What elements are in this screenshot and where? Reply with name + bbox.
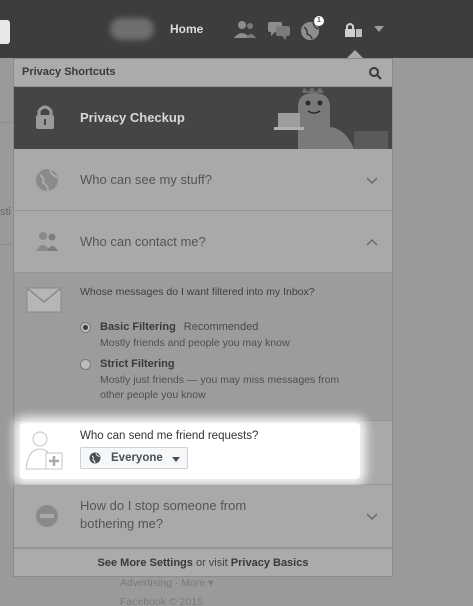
- block-icon: [36, 505, 58, 527]
- copyright-text: Facebook © 2015: [120, 596, 204, 606]
- panel-header: Privacy Shortcuts: [14, 59, 392, 87]
- basic-filtering-option: Basic Filtering Recommended: [100, 321, 258, 333]
- add-friend-icon: [25, 431, 63, 470]
- home-link[interactable]: Home: [170, 22, 203, 36]
- option-title: Strict Filtering: [100, 358, 175, 370]
- search-input[interactable]: [0, 20, 10, 44]
- caret-down-icon: [172, 457, 180, 462]
- privacy-shortcuts-icon[interactable]: [340, 18, 366, 42]
- option-description: Mostly friends and people you may know: [100, 337, 290, 349]
- messages-icon[interactable]: [266, 18, 292, 42]
- privacy-checkup-row[interactable]: Privacy Checkup: [14, 87, 392, 149]
- who-can-see-row[interactable]: Who can see my stuff?: [14, 149, 392, 211]
- search-icon[interactable]: [368, 66, 382, 80]
- dropdown-value: Everyone: [111, 452, 163, 464]
- people-icon: [36, 232, 58, 251]
- row-label: Who can see my stuff?: [80, 172, 212, 187]
- privacy-checkup-label: Privacy Checkup: [80, 110, 185, 125]
- basic-filtering-radio[interactable]: [80, 322, 91, 333]
- panel-footer: See More Settings or visit Privacy Basic…: [14, 548, 392, 576]
- friend-requests-question: Who can send me friend requests?: [80, 430, 259, 442]
- footer-links[interactable]: Advertising · More ▾: [120, 577, 213, 589]
- stop-someone-bothering-row[interactable]: How do I stop someone from bothering me?: [14, 485, 392, 548]
- account-menu-caret-icon[interactable]: [374, 26, 384, 32]
- chevron-up-icon[interactable]: [366, 238, 378, 246]
- recommended-tag: Recommended: [183, 321, 259, 333]
- chevron-down-icon[interactable]: [366, 177, 378, 185]
- background-divider: [0, 122, 14, 123]
- friends-icon[interactable]: [232, 18, 258, 42]
- see-more-settings-link[interactable]: See More Settings: [98, 557, 193, 569]
- footer-connector: or visit: [192, 557, 231, 569]
- friend-requests-row: Who can send me friend requests? Everyon…: [14, 421, 392, 485]
- panel-title: Privacy Shortcuts: [22, 66, 116, 78]
- strict-filtering-radio[interactable]: [80, 359, 91, 370]
- option-description: Mostly just friends — you may miss messa…: [100, 374, 340, 401]
- notification-badge: 1: [314, 16, 324, 26]
- friend-requests-audience-dropdown[interactable]: Everyone: [80, 447, 188, 469]
- contact-settings-expanded: Whose messages do I want filtered into m…: [14, 273, 392, 421]
- lock-icon: [36, 105, 54, 129]
- option-title: Basic Filtering: [100, 321, 176, 333]
- message-filter-question: Whose messages do I want filtered into m…: [80, 286, 315, 298]
- envelope-icon: [26, 287, 62, 313]
- privacy-shortcuts-panel: Privacy Shortcuts Privacy Checkup Who ca: [13, 58, 393, 577]
- who-can-contact-row[interactable]: Who can contact me?: [14, 211, 392, 273]
- background-text: sti: [0, 206, 11, 218]
- globe-icon: [36, 169, 58, 192]
- chevron-down-icon[interactable]: [366, 513, 378, 521]
- privacy-dinosaur-illustration: [274, 87, 388, 149]
- row-label: How do I stop someone from bothering me?: [80, 498, 247, 531]
- top-navigation-bar: Home 1: [0, 0, 473, 58]
- background-divider: [0, 244, 14, 245]
- row-label: Who can contact me?: [80, 234, 206, 249]
- globe-icon: [89, 452, 101, 464]
- privacy-basics-link[interactable]: Privacy Basics: [231, 557, 309, 569]
- profile-avatar[interactable]: [110, 18, 154, 40]
